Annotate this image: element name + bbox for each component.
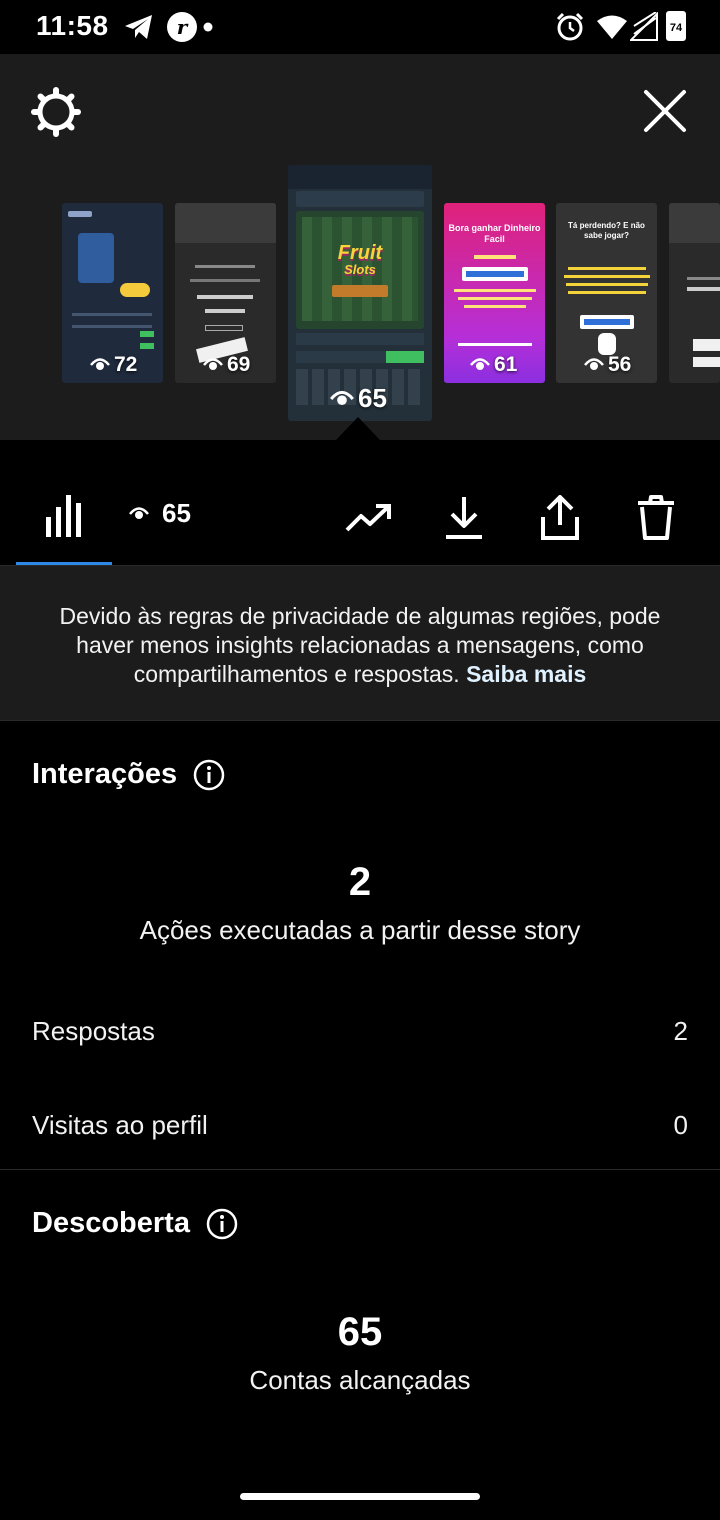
download-icon <box>446 497 482 539</box>
discovery-title: Descoberta <box>32 1207 190 1239</box>
story-thumbnail[interactable]: Bora ganhar Dinheiro Facil 61 <box>444 203 545 383</box>
wifi-icon <box>597 15 627 39</box>
battery-icon: 74 <box>666 11 686 41</box>
privacy-notice-text: Devido às regras de privacidade de algum… <box>40 602 680 689</box>
svg-text:r: r <box>177 15 189 39</box>
alarm-icon <box>556 12 584 41</box>
eye-icon <box>129 506 149 519</box>
close-icon[interactable] <box>640 86 690 136</box>
bar-chart-icon <box>46 495 81 537</box>
thumbnail-views: 65 <box>330 383 387 414</box>
discovery-total-label: Contas alcançadas <box>249 1365 471 1395</box>
eye-icon <box>330 390 354 405</box>
signal-icon <box>630 12 658 41</box>
info-icon[interactable] <box>206 1208 238 1240</box>
viewers-count: 65 <box>162 498 191 528</box>
story-thumbnails-panel: 72 69 Fruit Slots 65 Bora ganhar Dinheir… <box>0 54 720 440</box>
fruit-slots-title-line1: Fruit <box>337 242 383 264</box>
story-thumbnail[interactable] <box>669 203 720 383</box>
gear-icon[interactable] <box>30 86 82 138</box>
app-r-icon: r <box>167 12 197 42</box>
section-divider <box>0 1169 720 1170</box>
telegram-icon <box>125 15 152 39</box>
metric-row: Respostas 2 <box>32 1016 688 1047</box>
interactions-section-title: Interações <box>32 758 225 791</box>
info-icon[interactable] <box>193 759 225 791</box>
learn-more-link[interactable]: Saiba mais <box>466 661 586 687</box>
status-time: 11:58 <box>36 10 109 41</box>
privacy-notice: Devido às regras de privacidade de algum… <box>0 566 720 721</box>
fruit-slots-title-line2: Slots <box>344 262 376 277</box>
metric-label: Visitas ao perfil <box>32 1110 208 1140</box>
thumbnail-caption: Bora ganhar Dinheiro Facil <box>448 223 541 244</box>
interactions-title: Interações <box>32 758 178 790</box>
discovery-section-title: Descoberta <box>32 1207 238 1240</box>
thumbnail-views-count: 61 <box>494 353 518 376</box>
interactions-total: 2 <box>348 860 372 904</box>
eye-icon <box>90 358 110 370</box>
tab-insights-underline <box>16 562 112 565</box>
story-thumbnail[interactable]: 72 <box>62 203 163 383</box>
promote-button[interactable] <box>340 496 396 540</box>
thumbnail-views-count: 69 <box>227 353 251 376</box>
download-button[interactable] <box>440 492 488 544</box>
story-thumbnail[interactable]: Tá perdendo? E não sabe jogar? 56 <box>556 203 657 383</box>
fruit-slots-logo: Fruit Slots <box>312 243 408 277</box>
thumbnail-caption: Tá perdendo? E não sabe jogar? <box>568 221 645 240</box>
home-indicator[interactable] <box>240 1493 480 1500</box>
thumbnail-views: 69 <box>203 353 250 377</box>
dot-icon <box>203 22 213 32</box>
metric-row: Visitas ao perfil 0 <box>32 1110 688 1141</box>
interactions-total-label: Ações executadas a partir desse story <box>139 915 581 945</box>
story-thumbnail-selected[interactable]: Fruit Slots 65 <box>288 165 432 421</box>
share-button[interactable] <box>536 492 584 544</box>
thumbnail-views-count: 65 <box>358 383 387 413</box>
scroll-fade <box>0 1440 720 1520</box>
metric-value: 2 <box>673 1016 688 1046</box>
trash-icon <box>638 495 674 540</box>
insights-toolbar: 65 <box>0 440 720 566</box>
eye-icon <box>584 358 604 370</box>
thumbnail-views: 72 <box>90 353 137 377</box>
thumbnail-views: 56 <box>584 353 631 377</box>
share-icon <box>541 495 579 540</box>
thumbnail-views-count: 72 <box>114 353 138 376</box>
metric-value: 0 <box>673 1110 688 1140</box>
battery-level: 74 <box>669 22 683 34</box>
selected-thumbnail-pointer <box>336 417 380 440</box>
trending-icon <box>345 504 391 532</box>
story-thumbnail[interactable]: 69 <box>175 203 276 383</box>
status-bar: 11:58 r 74 <box>0 0 720 54</box>
tab-insights[interactable] <box>16 480 112 552</box>
metric-label: Respostas <box>32 1016 155 1046</box>
thumbnail-preview <box>669 203 720 383</box>
delete-button[interactable] <box>632 492 680 544</box>
tab-viewers[interactable]: 65 <box>128 498 191 529</box>
thumbnail-views: 61 <box>470 353 517 377</box>
eye-icon <box>203 358 223 370</box>
thumbnail-views-count: 56 <box>608 353 632 376</box>
eye-icon <box>470 358 490 370</box>
discovery-total: 65 <box>337 1310 383 1354</box>
